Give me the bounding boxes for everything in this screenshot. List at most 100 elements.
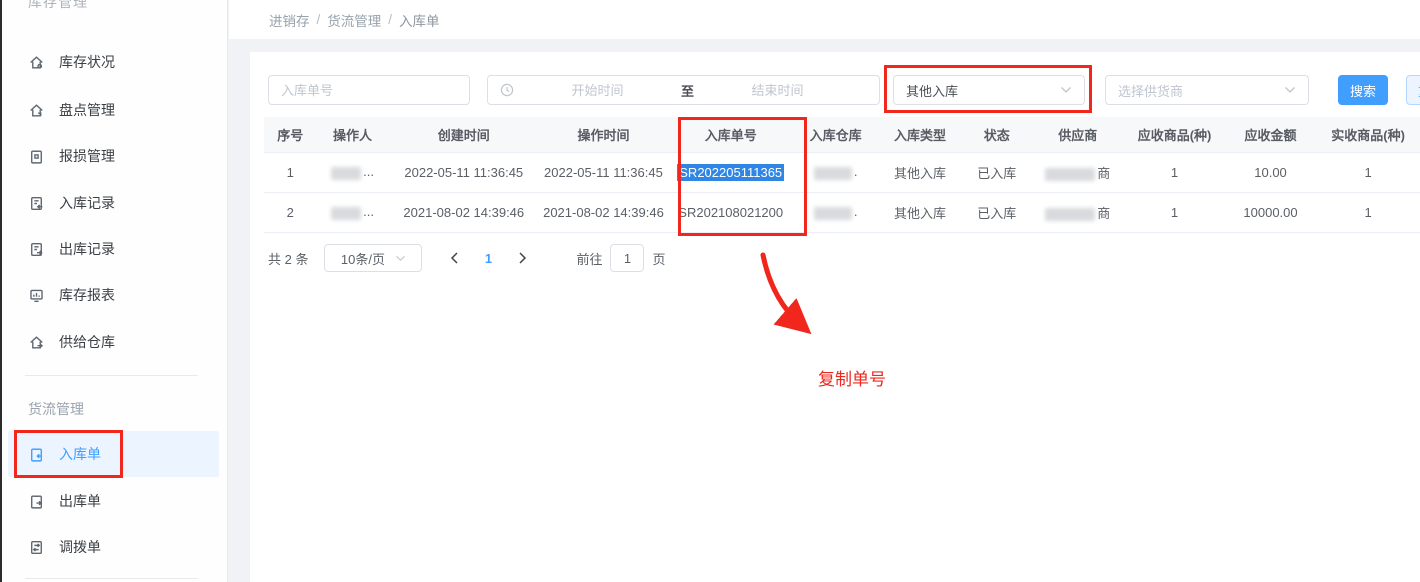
sidebar-item-outbound-records[interactable]: 出库记录 <box>8 226 219 272</box>
sidebar-item-stock-status[interactable]: 库存状况 <box>8 39 219 85</box>
date-separator-label: 至 <box>681 83 695 99</box>
doc-out-icon <box>28 241 45 258</box>
sidebar-item-inbound-order[interactable]: 入库单 <box>8 431 219 477</box>
goto-label: 前往 <box>576 251 603 267</box>
page-size-value: 10条/页 <box>340 251 385 267</box>
reset-button[interactable]: 重置 <box>1406 75 1420 105</box>
breadcrumb-item-erp[interactable]: 进销存 <box>269 10 310 30</box>
search-button[interactable]: 搜索 <box>1338 75 1388 105</box>
sidebar-divider <box>25 578 198 579</box>
clipboard-out-icon <box>28 493 45 510</box>
sidebar-item-stock-report[interactable]: 库存报表 <box>8 272 219 318</box>
page-unit-label: 页 <box>652 251 666 267</box>
cell-order-no[interactable]: SR202108021200 <box>667 192 794 233</box>
sidebar-top-section: 库存管理 <box>28 0 88 20</box>
order-no-input[interactable] <box>268 75 470 105</box>
col-created: 创建时间 <box>388 117 540 153</box>
cell-status: 已入库 <box>962 192 1032 233</box>
cell-expected-items: 1 <box>1124 152 1225 193</box>
breadcrumb-separator: / <box>388 12 393 27</box>
table-row: 2 ... 2021-08-02 14:39:46 2021-08-02 14:… <box>264 192 1420 233</box>
sidebar-item-label: 调拨单 <box>59 539 101 555</box>
cell-order-no[interactable]: SR202205111365 <box>667 152 794 193</box>
breadcrumb-item-logistics[interactable]: 货流管理 <box>327 10 381 30</box>
col-warehouse: 入库仓库 <box>793 117 878 153</box>
chevron-down-icon <box>395 255 406 262</box>
pagination: 共 2 条 10条/页 1 前往 页 <box>268 243 666 273</box>
selected-order-no: SR202205111365 <box>677 163 785 181</box>
cell-warehouse: . <box>793 152 878 193</box>
sidebar-item-label: 库存报表 <box>59 287 115 303</box>
cell-created: 2022-05-11 11:36:45 <box>388 152 540 193</box>
date-start-input[interactable] <box>514 82 681 98</box>
breadcrumb-item-inbound-order: 入库单 <box>399 13 440 29</box>
breadcrumb-separator: / <box>316 12 321 27</box>
cell-status: 已入库 <box>962 152 1032 193</box>
next-page-button[interactable] <box>508 244 536 272</box>
cell-index: 2 <box>264 192 317 233</box>
redacted-text <box>813 206 852 220</box>
sidebar-item-label: 出库单 <box>59 493 101 509</box>
page: 库存管理 库存状况 盘点管理 报损管理 入库记录 出库记录 库存报表 供给仓库 … <box>0 0 1420 582</box>
chevron-down-icon <box>1284 86 1296 94</box>
cell-type: 其他入库 <box>877 192 963 233</box>
cell-operated: 2021-08-02 14:39:46 <box>539 192 668 233</box>
page-size-select[interactable]: 10条/页 <box>324 244 423 272</box>
sidebar-item-damage[interactable]: 报损管理 <box>8 133 219 179</box>
cell-operated: 2022-05-11 11:36:45 <box>539 152 668 193</box>
home-icon <box>28 54 45 71</box>
redacted-text <box>813 166 852 180</box>
sidebar-item-stocktake[interactable]: 盘点管理 <box>8 87 219 133</box>
col-operated: 操作时间 <box>539 117 668 153</box>
sidebar-item-label: 盘点管理 <box>59 102 115 118</box>
col-type: 入库类型 <box>877 117 963 153</box>
col-index: 序号 <box>264 117 317 153</box>
date-end-input[interactable] <box>694 82 862 98</box>
sidebar-top-section-label: 库存管理 <box>28 0 88 10</box>
warehouse-icon <box>28 334 45 351</box>
col-expected-amount: 应收金额 <box>1224 117 1317 153</box>
cell-expected-items: 1 <box>1124 192 1225 233</box>
report-icon <box>28 287 45 304</box>
chevron-down-icon <box>1060 86 1072 94</box>
date-range-picker[interactable]: 至 <box>487 75 880 105</box>
col-status: 状态 <box>962 117 1032 153</box>
col-expected-items: 应收商品(种) <box>1124 117 1225 153</box>
inbound-type-select[interactable]: 其他入库 <box>893 75 1085 105</box>
sidebar-item-inbound-records[interactable]: 入库记录 <box>8 180 219 226</box>
doc-in-icon <box>28 195 45 212</box>
sidebar-item-transfer-order[interactable]: 调拨单 <box>8 524 219 570</box>
cell-received-items: 1 <box>1316 152 1420 193</box>
inbound-orders-table: 序号 操作人 创建时间 操作时间 入库单号 入库仓库 入库类型 状态 供应商 应… <box>264 117 1420 233</box>
cell-expected-amount: 10.00 <box>1224 152 1317 193</box>
page-number-1[interactable]: 1 <box>474 251 502 266</box>
table-header-row: 序号 操作人 创建时间 操作时间 入库单号 入库仓库 入库类型 状态 供应商 应… <box>264 117 1420 153</box>
sidebar-item-label: 供给仓库 <box>59 334 115 350</box>
pagination-total: 共 2 条 <box>268 251 309 267</box>
col-supplier: 供应商 <box>1031 117 1125 153</box>
transfer-icon <box>28 539 45 556</box>
sidebar-item-label: 出库记录 <box>59 241 115 257</box>
redacted-text <box>1045 167 1096 181</box>
prev-page-button[interactable] <box>440 244 468 272</box>
sidebar-item-supply-warehouse[interactable]: 供给仓库 <box>8 319 219 365</box>
clipboard-icon <box>28 148 45 165</box>
redacted-text <box>331 206 362 220</box>
cell-expected-amount: 10000.00 <box>1224 192 1317 233</box>
sidebar: 库存管理 库存状况 盘点管理 报损管理 入库记录 出库记录 库存报表 供给仓库 … <box>0 0 228 582</box>
sidebar-item-outbound-order[interactable]: 出库单 <box>8 478 219 524</box>
col-operator: 操作人 <box>316 117 389 153</box>
cell-index: 1 <box>264 152 317 193</box>
home-icon <box>28 102 45 119</box>
cell-supplier: 商 <box>1031 152 1125 193</box>
cell-warehouse: . <box>793 192 878 233</box>
clipboard-in-icon <box>28 446 45 463</box>
cell-supplier: 商 <box>1031 192 1125 233</box>
sidebar-item-label: 入库单 <box>59 446 101 462</box>
goto-page-input[interactable] <box>610 244 645 272</box>
sidebar-item-label: 报损管理 <box>59 148 115 164</box>
sidebar-item-label: 库存状况 <box>59 54 115 70</box>
cell-received-items: 1 <box>1316 192 1420 233</box>
supplier-select[interactable]: 选择供货商 <box>1105 75 1309 105</box>
sidebar-item-label: 入库记录 <box>59 195 115 211</box>
